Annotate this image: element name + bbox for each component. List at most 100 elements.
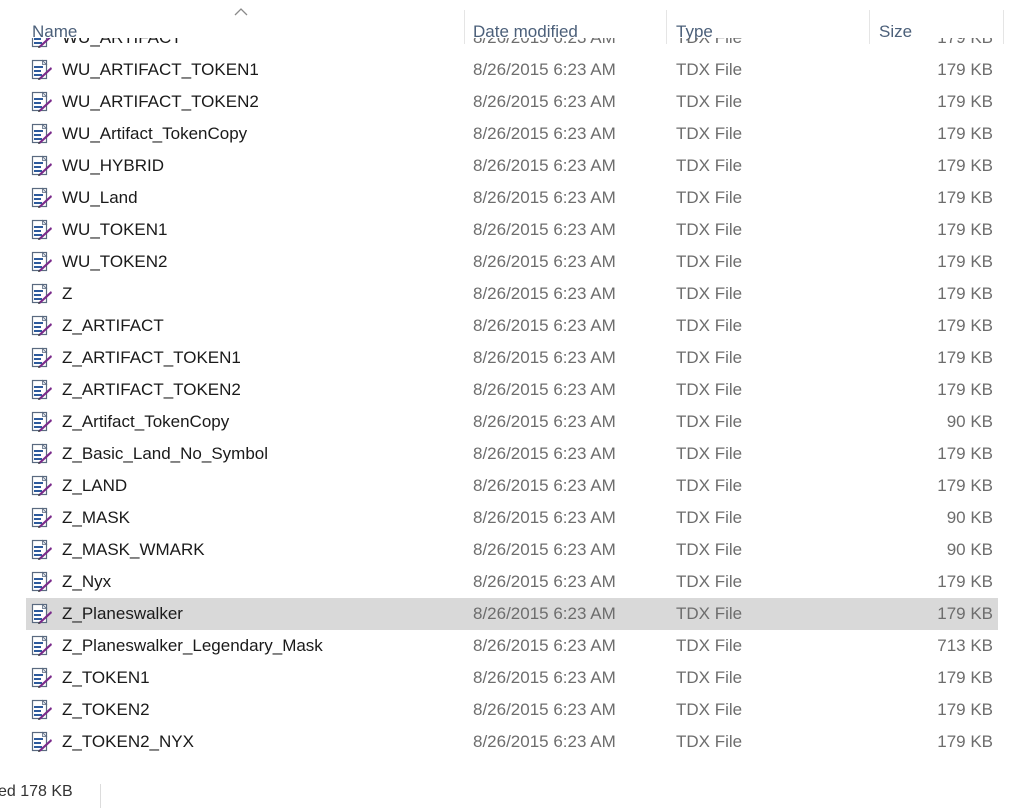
- file-row[interactable]: Z_TOKEN2_NYX 8/26/2015 6:23 AM TDX File 179…: [26, 726, 998, 758]
- file-name: Z_TOKEN2: [62, 700, 150, 719]
- file-size: 179 KB: [937, 444, 993, 463]
- tdx-file-icon: [31, 411, 53, 433]
- file-name: WU_HYBRID: [62, 156, 165, 175]
- file-row[interactable]: WU_TOKEN2 8/26/2015 6:23 AM TDX File 179 KB: [26, 246, 998, 278]
- file-name: Z_TOKEN2_NYX: [62, 732, 194, 751]
- file-name: Z_LAND: [62, 476, 128, 495]
- file-name: Z_Planeswalker: [62, 604, 183, 623]
- file-date-modified: 8/26/2015 6:23 AM: [473, 316, 616, 335]
- file-row[interactable]: Z_TOKEN2 8/26/2015 6:23 AM TDX File 179 KB: [26, 694, 998, 726]
- file-name: WU_ARTIFACT_TOKEN2: [62, 92, 259, 111]
- file-name: WU_TOKEN2: [62, 252, 168, 271]
- file-type: TDX File: [676, 380, 743, 399]
- tdx-file-icon: [31, 347, 53, 369]
- file-name: Z_Planeswalker_Legendary_Mask: [62, 636, 323, 655]
- file-date-modified: 8/26/2015 6:23 AM: [473, 284, 616, 303]
- file-date-modified: 8/26/2015 6:23 AM: [473, 412, 616, 431]
- file-row[interactable]: Z_MASK 8/26/2015 6:23 AM TDX File 90 KB: [26, 502, 998, 534]
- tdx-file-icon: [31, 699, 53, 721]
- file-type: TDX File: [676, 92, 743, 111]
- file-row[interactable]: Z_Basic_Land_No_Symbol 8/26/2015 6:23 AM T…: [26, 438, 998, 470]
- file-date-modified: 8/26/2015 6:23 AM: [473, 444, 616, 463]
- file-row[interactable]: Z_TOKEN1 8/26/2015 6:23 AM TDX File 179 KB: [26, 662, 998, 694]
- file-row[interactable]: Z_LAND 8/26/2015 6:23 AM TDX File 179 KB: [26, 470, 998, 502]
- file-row[interactable]: WU_TOKEN1 8/26/2015 6:23 AM TDX File 179 KB: [26, 214, 998, 246]
- file-date-modified: 8/26/2015 6:23 AM: [473, 92, 616, 111]
- file-row[interactable]: WU_ARTIFACT_TOKEN1 8/26/2015 6:23 AM TDX F…: [26, 54, 998, 86]
- file-type: TDX File: [676, 444, 743, 463]
- file-type: TDX File: [676, 316, 743, 335]
- file-row[interactable]: Z_ARTIFACT_TOKEN1 8/26/2015 6:23 AM TDX Fi…: [26, 342, 998, 374]
- tdx-file-icon: [31, 379, 53, 401]
- file-row[interactable]: WU_ARTIFACT 8/26/2015 6:23 AM TDX File 179 …: [26, 38, 998, 54]
- file-row[interactable]: Z_Planeswalker_Legendary_Mask 8/26/2015 6…: [26, 630, 998, 662]
- file-date-modified: 8/26/2015 6:23 AM: [473, 700, 616, 719]
- tdx-file-icon: [31, 251, 53, 273]
- file-name: WU_TOKEN1: [62, 220, 168, 239]
- file-size: 179 KB: [937, 348, 993, 367]
- file-row-selected[interactable]: Z_Planeswalker 8/26/2015 6:23 AM TDX File 1…: [26, 598, 998, 630]
- file-row[interactable]: Z_ARTIFACT 8/26/2015 6:23 AM TDX File 179 K…: [26, 310, 998, 342]
- file-size: 179 KB: [937, 220, 993, 239]
- file-size: 90 KB: [946, 540, 993, 559]
- file-date-modified: 8/26/2015 6:23 AM: [473, 156, 616, 175]
- file-size: 179 KB: [937, 124, 993, 143]
- file-row[interactable]: Z_Nyx 8/26/2015 6:23 AM TDX File 179 KB: [26, 566, 998, 598]
- file-size: 179 KB: [937, 38, 993, 54]
- file-size: 179 KB: [937, 284, 993, 303]
- file-date-modified: 8/26/2015 6:23 AM: [473, 508, 616, 527]
- file-name: Z_ARTIFACT: [62, 316, 164, 335]
- tdx-file-icon: [31, 507, 53, 529]
- file-size: 179 KB: [937, 60, 993, 79]
- file-size: 179 KB: [937, 476, 993, 495]
- tdx-file-icon: [31, 571, 53, 593]
- tdx-file-icon: [31, 91, 53, 113]
- tdx-file-icon: [31, 635, 53, 657]
- file-date-modified: 8/26/2015 6:23 AM: [473, 60, 616, 79]
- file-date-modified: 8/26/2015 6:23 AM: [473, 604, 616, 623]
- file-type: TDX File: [676, 636, 743, 655]
- file-type: TDX File: [676, 540, 743, 559]
- file-name: Z_ARTIFACT_TOKEN1: [62, 348, 241, 367]
- file-name: Z_TOKEN1: [62, 668, 150, 687]
- file-row[interactable]: WU_Land 8/26/2015 6:23 AM TDX File 179 KB: [26, 182, 998, 214]
- file-row[interactable]: WU_Artifact_TokenCopy 8/26/2015 6:23 AM TD…: [26, 118, 998, 150]
- tdx-file-icon: [31, 123, 53, 145]
- tdx-file-icon: [31, 187, 53, 209]
- tdx-file-icon: [31, 475, 53, 497]
- file-date-modified: 8/26/2015 6:23 AM: [473, 380, 616, 399]
- file-size: 179 KB: [937, 316, 993, 335]
- file-name: WU_Artifact_TokenCopy: [62, 124, 248, 143]
- file-type: TDX File: [676, 476, 743, 495]
- file-date-modified: 8/26/2015 6:23 AM: [473, 732, 616, 751]
- status-bar: ed 178 KB: [0, 774, 1024, 809]
- file-type: TDX File: [676, 700, 743, 719]
- file-row[interactable]: Z 8/26/2015 6:23 AM TDX File 179 KB: [26, 278, 998, 310]
- file-list: WU_ARTIFACT 8/26/2015 6:23 AM TDX File 179 …: [0, 38, 1010, 774]
- file-date-modified: 8/26/2015 6:23 AM: [473, 668, 616, 687]
- file-row[interactable]: Z_Artifact_TokenCopy 8/26/2015 6:23 AM TDX…: [26, 406, 998, 438]
- file-type: TDX File: [676, 156, 743, 175]
- file-size: 179 KB: [937, 668, 993, 687]
- file-size: 90 KB: [946, 508, 993, 527]
- file-name: Z_MASK_WMARK: [62, 540, 205, 559]
- file-size: 179 KB: [937, 572, 993, 591]
- file-date-modified: 8/26/2015 6:23 AM: [473, 188, 616, 207]
- file-type: TDX File: [676, 604, 743, 623]
- tdx-file-icon: [31, 443, 53, 465]
- file-type: TDX File: [676, 412, 743, 431]
- file-size: 179 KB: [937, 380, 993, 399]
- file-type: TDX File: [676, 508, 743, 527]
- status-divider: [100, 784, 101, 808]
- file-type: TDX File: [676, 348, 743, 367]
- file-row[interactable]: WU_ARTIFACT_TOKEN2 8/26/2015 6:23 AM TDX F…: [26, 86, 998, 118]
- file-type: TDX File: [676, 732, 743, 751]
- file-row[interactable]: WU_HYBRID 8/26/2015 6:23 AM TDX File 179 KB: [26, 150, 998, 182]
- file-name: Z_MASK: [62, 508, 131, 527]
- file-date-modified: 8/26/2015 6:23 AM: [473, 220, 616, 239]
- tdx-file-icon: [31, 731, 53, 753]
- file-date-modified: 8/26/2015 6:23 AM: [473, 124, 616, 143]
- file-row[interactable]: Z_MASK_WMARK 8/26/2015 6:23 AM TDX File 90 …: [26, 534, 998, 566]
- file-date-modified: 8/26/2015 6:23 AM: [473, 348, 616, 367]
- file-row[interactable]: Z_ARTIFACT_TOKEN2 8/26/2015 6:23 AM TDX Fi…: [26, 374, 998, 406]
